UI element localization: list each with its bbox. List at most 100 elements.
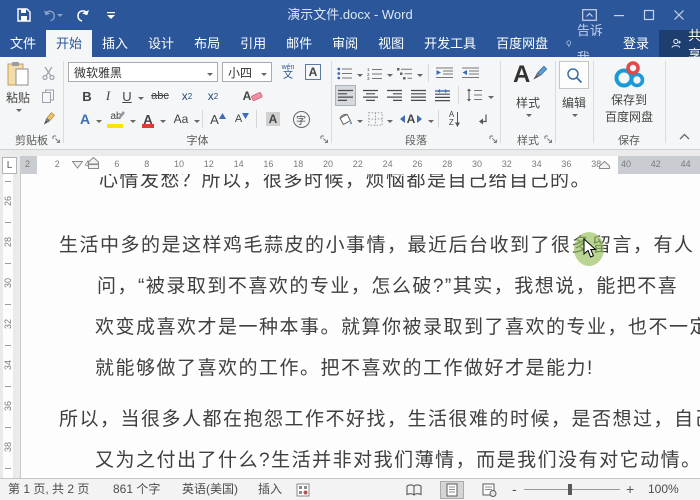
language-indicator[interactable]: 英语(美国) <box>182 479 238 500</box>
bullets-button[interactable] <box>336 63 354 83</box>
change-case-button[interactable]: Aa <box>170 109 192 129</box>
word-count[interactable]: 861 个字 <box>113 479 160 500</box>
print-layout-button[interactable] <box>440 481 464 499</box>
tab-insert[interactable]: 插入 <box>92 30 138 57</box>
copy-button[interactable] <box>38 86 58 106</box>
styles-dialog-launcher[interactable] <box>544 133 553 147</box>
editing-dropdown-arrow[interactable] <box>572 114 578 120</box>
font-size-dropdown-arrow[interactable] <box>261 73 267 79</box>
font-color-dropdown-arrow[interactable] <box>160 120 166 126</box>
font-dialog-launcher[interactable] <box>320 133 329 147</box>
styles-dropdown-arrow[interactable] <box>526 114 532 120</box>
clear-formatting-button[interactable]: A <box>240 86 266 106</box>
insert-mode-indicator[interactable]: 插入 <box>258 479 282 500</box>
increase-indent-button[interactable] <box>460 63 482 83</box>
tab-mailings[interactable]: 邮件 <box>276 30 322 57</box>
horizontal-ruler[interactable]: 2246810121416182022242628303234363840424… <box>20 156 700 174</box>
strikethrough-button[interactable]: abc <box>148 86 172 106</box>
tab-file[interactable]: 文件 <box>0 30 46 57</box>
shrink-font-button[interactable]: A <box>232 109 252 129</box>
styles-button[interactable]: A 样式 <box>507 61 549 120</box>
phonetic-guide-button[interactable]: wén 文 <box>276 60 300 84</box>
text-effects-dropdown-arrow[interactable] <box>96 120 102 126</box>
multilevel-list-button[interactable] <box>396 63 414 83</box>
editing-button[interactable]: 编辑 <box>557 61 591 120</box>
text-highlight-button[interactable]: ab <box>106 109 126 129</box>
maximize-button[interactable] <box>634 2 664 28</box>
numbering-dropdown-arrow[interactable] <box>387 74 393 80</box>
numbering-button[interactable]: 123 <box>366 63 384 83</box>
font-size-combo[interactable]: 小四 <box>222 62 272 82</box>
tab-view[interactable]: 视图 <box>368 30 414 57</box>
hanging-indent-marker[interactable] <box>88 156 99 174</box>
asian-layout-button[interactable]: A <box>398 109 424 129</box>
web-layout-button[interactable] <box>477 481 501 499</box>
document-line[interactable]: 又为之付出了什么?生活并非对我们薄情，而是我们没有对它动情。 <box>95 445 700 472</box>
grow-font-button[interactable]: A <box>208 109 228 129</box>
change-case-dropdown-arrow[interactable] <box>194 120 200 126</box>
subscript-button[interactable]: x2 <box>176 86 198 106</box>
page-indicator[interactable]: 第 1 页, 共 2 页 <box>8 479 89 500</box>
show-hide-marks-button[interactable] <box>472 109 492 129</box>
underline-button[interactable]: U <box>120 86 134 106</box>
zoom-level[interactable]: 100% <box>648 479 679 500</box>
tab-design[interactable]: 设计 <box>138 30 184 57</box>
macro-record-button[interactable] <box>296 483 310 500</box>
document-line[interactable]: 心情发愁？所以，很多时候，烦恼都是自己给自己的。 <box>99 174 591 192</box>
font-color-button[interactable]: A <box>140 109 156 129</box>
font-name-dropdown-arrow[interactable] <box>207 73 213 79</box>
bold-button[interactable]: B <box>78 86 96 106</box>
document-line[interactable]: 问，“被录取到不喜欢的专业，怎么破?”其实，我想说，能把不喜 <box>97 271 678 298</box>
zoom-slider-track[interactable] <box>524 489 620 490</box>
justify-button[interactable] <box>408 85 429 106</box>
shading-dropdown-arrow[interactable] <box>357 120 363 126</box>
vertical-ruler[interactable]: 26283032343638 <box>0 174 16 478</box>
tab-baidu-netdisk[interactable]: 百度网盘 <box>486 30 558 57</box>
clipboard-dialog-launcher[interactable] <box>52 133 61 147</box>
tab-developer[interactable]: 开发工具 <box>414 30 486 57</box>
read-mode-button[interactable] <box>402 481 426 499</box>
cut-button[interactable] <box>38 63 58 83</box>
line-spacing-button[interactable] <box>463 85 485 105</box>
character-border-button[interactable]: A <box>302 62 324 82</box>
align-center-button[interactable] <box>360 85 381 106</box>
right-indent-marker[interactable] <box>599 156 610 174</box>
zoom-out-button[interactable]: - <box>512 479 517 500</box>
borders-button[interactable] <box>366 109 384 129</box>
paragraph-dialog-launcher[interactable] <box>489 133 498 147</box>
font-name-combo[interactable]: 微软雅黑 <box>68 62 218 82</box>
tell-me-box[interactable]: 告诉我... <box>558 30 613 57</box>
multilevel-dropdown-arrow[interactable] <box>417 74 423 80</box>
share-button[interactable]: 共享 <box>659 30 700 57</box>
paste-dropdown-arrow[interactable] <box>16 109 22 115</box>
asian-layout-dropdown-arrow[interactable] <box>428 120 434 126</box>
paste-button[interactable]: 粘贴 <box>3 61 33 115</box>
tab-references[interactable]: 引用 <box>230 30 276 57</box>
italic-button[interactable]: I <box>100 86 116 106</box>
zoom-in-button[interactable]: + <box>626 479 634 500</box>
text-effects-button[interactable]: A <box>76 109 94 129</box>
distribute-button[interactable] <box>432 85 453 106</box>
character-shading-button[interactable]: A <box>262 109 284 129</box>
line-spacing-dropdown-arrow[interactable] <box>488 96 494 102</box>
format-painter-button[interactable] <box>38 109 58 129</box>
document-line[interactable]: 欢变成喜欢才是一种本事。就算你被录取到了喜欢的专业，也不一定 <box>95 312 700 339</box>
borders-dropdown-arrow[interactable] <box>387 120 393 126</box>
superscript-button[interactable]: x2 <box>202 86 224 106</box>
align-left-button[interactable] <box>335 85 356 106</box>
sort-button[interactable]: AZ <box>444 109 466 129</box>
shading-button[interactable] <box>336 109 354 129</box>
underline-dropdown-arrow[interactable] <box>138 97 144 103</box>
bullets-dropdown-arrow[interactable] <box>357 74 363 80</box>
tab-review[interactable]: 审阅 <box>322 30 368 57</box>
enclose-characters-button[interactable]: 字 <box>290 109 312 129</box>
decrease-indent-button[interactable] <box>434 63 456 83</box>
tab-layout[interactable]: 布局 <box>184 30 230 57</box>
document-line[interactable]: 就能够做了喜欢的工作。把不喜欢的工作做好才是能力! <box>95 353 594 380</box>
document-page[interactable]: 心情发愁？所以，很多时候，烦恼都是自己给自己的。 生活中多的是这样鸡毛蒜皮的小事… <box>20 174 700 478</box>
highlight-dropdown-arrow[interactable] <box>130 120 136 126</box>
collapse-ribbon-button[interactable] <box>679 129 690 143</box>
align-right-button[interactable] <box>384 85 405 106</box>
login-button[interactable]: 登录 <box>613 30 659 57</box>
zoom-slider-handle[interactable] <box>568 484 572 495</box>
